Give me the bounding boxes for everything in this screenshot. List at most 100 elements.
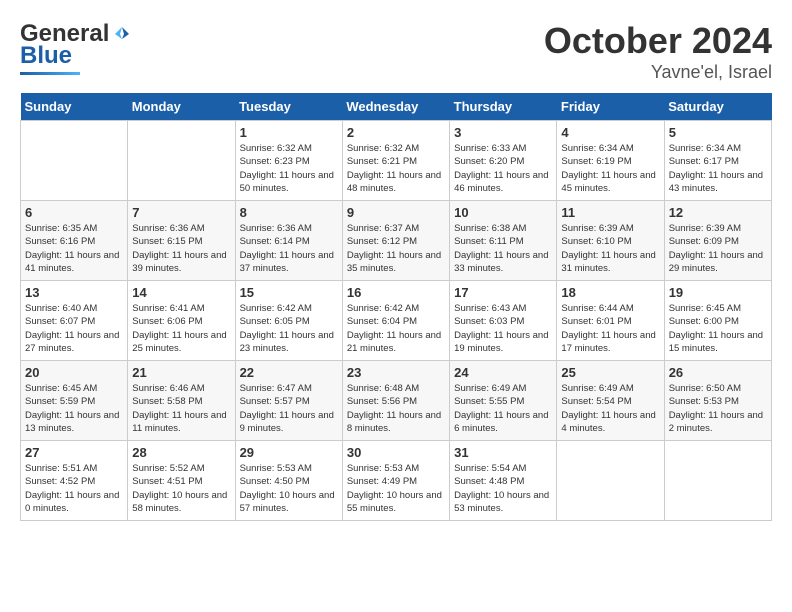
day-cell: 23Sunrise: 6:48 AM Sunset: 5:56 PM Dayli… — [342, 361, 449, 441]
day-info: Sunrise: 6:50 AM Sunset: 5:53 PM Dayligh… — [669, 382, 767, 435]
day-number: 1 — [240, 125, 338, 140]
week-row-2: 6 Sunrise: 6:35 AM Sunset: 6:16 PM Daylig… — [21, 201, 772, 281]
day-cell: 3 Sunrise: 6:33 AM Sunset: 6:20 PM Daylig… — [450, 121, 557, 201]
day-number: 30 — [347, 445, 445, 460]
day-number: 25 — [561, 365, 659, 380]
day-info: Sunrise: 6:36 AM Sunset: 6:15 PM Dayligh… — [132, 222, 230, 275]
day-number: 10 — [454, 205, 552, 220]
day-number: 16 — [347, 285, 445, 300]
day-cell: 27 Sunrise: 5:51 AM Sunset: 4:52 PM Dayli… — [21, 441, 128, 521]
day-number: 7 — [132, 205, 230, 220]
logo-blue: Blue — [20, 42, 72, 70]
day-info: Sunrise: 6:43 AM Sunset: 6:03 PM Dayligh… — [454, 302, 552, 355]
col-monday: Monday — [128, 93, 235, 121]
day-info: Sunrise: 6:39 AM Sunset: 6:10 PM Dayligh… — [561, 222, 659, 275]
day-info: Sunrise: 6:46 AM Sunset: 5:58 PM Dayligh… — [132, 382, 230, 435]
day-cell: 25 Sunrise: 6:49 AM Sunset: 5:54 PM Dayli… — [557, 361, 664, 441]
day-number: 31 — [454, 445, 552, 460]
location-title: Yavne'el, Israel — [544, 62, 772, 83]
day-number: 8 — [240, 205, 338, 220]
day-number: 11 — [561, 205, 659, 220]
day-cell: 6 Sunrise: 6:35 AM Sunset: 6:16 PM Daylig… — [21, 201, 128, 281]
day-info: Sunrise: 5:54 AM Sunset: 4:48 PM Dayligh… — [454, 462, 552, 515]
day-cell — [664, 441, 771, 521]
day-info: Sunrise: 6:34 AM Sunset: 6:19 PM Dayligh… — [561, 142, 659, 195]
day-cell: 31 Sunrise: 5:54 AM Sunset: 4:48 PM Dayli… — [450, 441, 557, 521]
header: General Blue October 2024 Yavne'el, Isra… — [20, 20, 772, 83]
day-info: Sunrise: 6:32 AM Sunset: 6:21 PM Dayligh… — [347, 142, 445, 195]
day-info: Sunrise: 6:33 AM Sunset: 6:20 PM Dayligh… — [454, 142, 552, 195]
month-title: October 2024 — [544, 20, 772, 62]
week-row-3: 13 Sunrise: 6:40 AM Sunset: 6:07 PM Dayli… — [21, 281, 772, 361]
day-cell: 1 Sunrise: 6:32 AM Sunset: 6:23 PM Daylig… — [235, 121, 342, 201]
day-cell: 2 Sunrise: 6:32 AM Sunset: 6:21 PM Daylig… — [342, 121, 449, 201]
day-info: Sunrise: 5:52 AM Sunset: 4:51 PM Dayligh… — [132, 462, 230, 515]
day-info: Sunrise: 6:42 AM Sunset: 6:05 PM Dayligh… — [240, 302, 338, 355]
day-number: 3 — [454, 125, 552, 140]
day-number: 2 — [347, 125, 445, 140]
day-cell: 22 Sunrise: 6:47 AM Sunset: 5:57 PM Dayli… — [235, 361, 342, 441]
day-cell: 26Sunrise: 6:50 AM Sunset: 5:53 PM Dayli… — [664, 361, 771, 441]
day-info: Sunrise: 6:39 AM Sunset: 6:09 PM Dayligh… — [669, 222, 767, 275]
day-cell: 11 Sunrise: 6:39 AM Sunset: 6:10 PM Dayli… — [557, 201, 664, 281]
day-number: 5 — [669, 125, 767, 140]
day-info: Sunrise: 6:47 AM Sunset: 5:57 PM Dayligh… — [240, 382, 338, 435]
day-number: 27 — [25, 445, 123, 460]
day-info: Sunrise: 6:37 AM Sunset: 6:12 PM Dayligh… — [347, 222, 445, 275]
day-cell: 17 Sunrise: 6:43 AM Sunset: 6:03 PM Dayli… — [450, 281, 557, 361]
day-cell: 7 Sunrise: 6:36 AM Sunset: 6:15 PM Daylig… — [128, 201, 235, 281]
week-row-1: 1 Sunrise: 6:32 AM Sunset: 6:23 PM Daylig… — [21, 121, 772, 201]
day-number: 13 — [25, 285, 123, 300]
logo-bird-icon — [113, 25, 131, 43]
day-number: 12 — [669, 205, 767, 220]
day-cell — [21, 121, 128, 201]
day-cell: 24Sunrise: 6:49 AM Sunset: 5:55 PM Dayli… — [450, 361, 557, 441]
title-section: October 2024 Yavne'el, Israel — [544, 20, 772, 83]
logo: General Blue — [20, 20, 131, 75]
col-wednesday: Wednesday — [342, 93, 449, 121]
day-info: Sunrise: 6:38 AM Sunset: 6:11 PM Dayligh… — [454, 222, 552, 275]
day-number: 4 — [561, 125, 659, 140]
day-cell: 10 Sunrise: 6:38 AM Sunset: 6:11 PM Dayli… — [450, 201, 557, 281]
col-thursday: Thursday — [450, 93, 557, 121]
day-info: Sunrise: 5:53 AM Sunset: 4:50 PM Dayligh… — [240, 462, 338, 515]
week-row-4: 20 Sunrise: 6:45 AM Sunset: 5:59 PM Dayli… — [21, 361, 772, 441]
day-info: Sunrise: 5:51 AM Sunset: 4:52 PM Dayligh… — [25, 462, 123, 515]
day-number: 18 — [561, 285, 659, 300]
day-info: Sunrise: 6:35 AM Sunset: 6:16 PM Dayligh… — [25, 222, 123, 275]
day-number: 17 — [454, 285, 552, 300]
day-info: Sunrise: 6:42 AM Sunset: 6:04 PM Dayligh… — [347, 302, 445, 355]
col-friday: Friday — [557, 93, 664, 121]
day-number: 6 — [25, 205, 123, 220]
day-number: 28 — [132, 445, 230, 460]
day-number: 20 — [25, 365, 123, 380]
col-tuesday: Tuesday — [235, 93, 342, 121]
day-cell: 13 Sunrise: 6:40 AM Sunset: 6:07 PM Dayli… — [21, 281, 128, 361]
day-info: Sunrise: 6:45 AM Sunset: 5:59 PM Dayligh… — [25, 382, 123, 435]
day-number: 29 — [240, 445, 338, 460]
day-info: Sunrise: 5:53 AM Sunset: 4:49 PM Dayligh… — [347, 462, 445, 515]
day-number: 14 — [132, 285, 230, 300]
day-cell: 21 Sunrise: 6:46 AM Sunset: 5:58 PM Dayli… — [128, 361, 235, 441]
day-cell: 30 Sunrise: 5:53 AM Sunset: 4:49 PM Dayli… — [342, 441, 449, 521]
day-number: 9 — [347, 205, 445, 220]
week-row-5: 27 Sunrise: 5:51 AM Sunset: 4:52 PM Dayli… — [21, 441, 772, 521]
day-number: 21 — [132, 365, 230, 380]
day-cell: 8Sunrise: 6:36 AM Sunset: 6:14 PM Daylig… — [235, 201, 342, 281]
day-info: Sunrise: 6:32 AM Sunset: 6:23 PM Dayligh… — [240, 142, 338, 195]
header-row: Sunday Monday Tuesday Wednesday Thursday… — [21, 93, 772, 121]
day-cell: 14Sunrise: 6:41 AM Sunset: 6:06 PM Dayli… — [128, 281, 235, 361]
day-info: Sunrise: 6:40 AM Sunset: 6:07 PM Dayligh… — [25, 302, 123, 355]
day-number: 23 — [347, 365, 445, 380]
day-info: Sunrise: 6:44 AM Sunset: 6:01 PM Dayligh… — [561, 302, 659, 355]
day-number: 24 — [454, 365, 552, 380]
day-cell — [557, 441, 664, 521]
day-info: Sunrise: 6:49 AM Sunset: 5:54 PM Dayligh… — [561, 382, 659, 435]
day-cell: 18 Sunrise: 6:44 AM Sunset: 6:01 PM Dayli… — [557, 281, 664, 361]
day-number: 19 — [669, 285, 767, 300]
day-cell: 29 Sunrise: 5:53 AM Sunset: 4:50 PM Dayli… — [235, 441, 342, 521]
day-cell: 19Sunrise: 6:45 AM Sunset: 6:00 PM Dayli… — [664, 281, 771, 361]
logo-line — [20, 72, 80, 75]
day-number: 22 — [240, 365, 338, 380]
calendar-container: General Blue October 2024 Yavne'el, Isra… — [0, 0, 792, 612]
